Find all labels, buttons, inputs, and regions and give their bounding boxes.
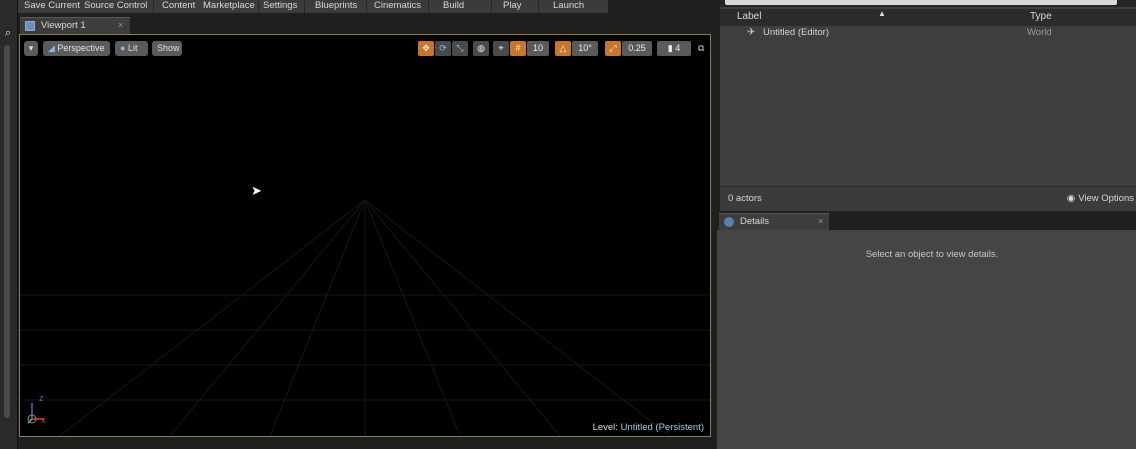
grid-snap-value[interactable]: 10 xyxy=(527,41,549,56)
camera-speed-button[interactable]: ▮ 4 xyxy=(657,41,691,56)
rotate-icon[interactable]: ⟳ xyxy=(435,41,451,56)
view-options-label: View Options xyxy=(1078,193,1134,204)
close-icon[interactable]: × xyxy=(118,20,123,30)
scale-snap-value[interactable]: 0.25 xyxy=(622,41,652,56)
outliner-row-label: Untitled (Editor) xyxy=(763,27,829,38)
outliner-footer: 0 actors ◉ View Options xyxy=(720,186,1136,211)
axis-z-label: z xyxy=(39,393,44,403)
rotation-snap-value[interactable]: 10° xyxy=(572,41,598,56)
perspective-icon: ◢ xyxy=(48,43,58,53)
toolbar-separator xyxy=(491,0,492,13)
grid-snap-toggle[interactable]: # xyxy=(510,41,526,56)
maximize-icon[interactable]: ⧉ xyxy=(698,43,704,54)
viewport-options-dropdown[interactable]: ▾ xyxy=(24,41,38,56)
tab-details[interactable]: Details × xyxy=(719,213,829,231)
scale-icon[interactable]: ⤡ xyxy=(452,41,468,56)
floor-grid xyxy=(20,199,710,436)
outliner-row[interactable]: ✈ Untitled (Editor) World xyxy=(720,26,1136,40)
mouse-cursor-icon: ➤ xyxy=(251,183,262,198)
perspective-label: Perspective xyxy=(57,43,105,53)
level-indicator: Level: Untitled (Persistent) xyxy=(593,422,704,433)
level-name: Untitled (Persistent) xyxy=(620,422,704,433)
lit-button[interactable]: ● Lit xyxy=(115,41,148,56)
level-prefix: Level: xyxy=(592,422,618,433)
toolbar-separator xyxy=(304,0,305,13)
level-viewport[interactable]: ▾ ◢ Perspective ● Lit Show ✥ ⟳ ⤡ ◍ ⌖ # 1… xyxy=(19,34,711,437)
world-local-toggle[interactable]: ◍ xyxy=(473,41,489,56)
toolbar-content[interactable]: Content xyxy=(162,0,195,13)
perspective-button[interactable]: ◢ Perspective xyxy=(43,41,110,56)
scale-snap-toggle[interactable]: ⤢ xyxy=(605,41,621,56)
world-icon: ✈ xyxy=(747,27,756,38)
toolbar-settings[interactable]: Settings xyxy=(263,0,297,13)
details-empty-hint: Select an object to view details. xyxy=(865,249,999,260)
toolbar-separator xyxy=(258,0,259,13)
surface-snap-icon[interactable]: ⌖ xyxy=(493,41,509,56)
tab-details-label: Details xyxy=(740,216,770,227)
world-outliner: Label ▲ Type ✈ Untitled (Editor) World 0… xyxy=(720,0,1136,211)
show-button[interactable]: Show xyxy=(152,41,182,56)
toolbar-source-control[interactable]: Source Control xyxy=(84,0,147,13)
outliner-row-type: World xyxy=(1027,27,1052,38)
eye-icon: ◉ xyxy=(1066,193,1076,204)
camera-speed-value: 4 xyxy=(675,43,681,53)
toolbar-build[interactable]: Build xyxy=(443,0,464,13)
lit-label: Lit xyxy=(127,43,138,53)
toolbar-separator xyxy=(153,0,154,13)
toolbar-play[interactable]: Play xyxy=(503,0,521,13)
toolbar-save-current[interactable]: Save Current xyxy=(24,0,80,13)
axis-x-label: x xyxy=(41,415,46,425)
sort-ascending-icon[interactable]: ▲ xyxy=(878,9,886,18)
outliner-header: Label ▲ Type xyxy=(720,9,1136,26)
column-label-header[interactable]: Label xyxy=(737,11,761,22)
toolbar-launch[interactable]: Launch xyxy=(553,0,584,13)
column-type-header[interactable]: Type xyxy=(1030,11,1052,22)
toolbar-separator xyxy=(538,0,539,13)
details-panel: Details × Select an object to view detai… xyxy=(717,212,1136,449)
view-options-button[interactable]: ◉ View Options xyxy=(1067,193,1134,204)
details-tab-bar: Details × xyxy=(717,212,1136,231)
tab-viewport[interactable]: Viewport 1 × xyxy=(20,17,130,35)
viewport-icon xyxy=(25,21,35,31)
rotation-snap-toggle[interactable]: △ xyxy=(555,41,571,56)
main-toolbar: Save Current Source Control Content Mark… xyxy=(18,0,608,13)
details-body: Select an object to view details. xyxy=(717,230,1136,449)
outliner-search-input[interactable] xyxy=(725,0,1117,5)
tab-viewport-label: Viewport 1 xyxy=(41,20,86,31)
search-icon[interactable]: ⌕ xyxy=(1,27,15,40)
toolbar-separator xyxy=(366,0,367,13)
lit-icon: ● xyxy=(120,43,128,53)
toolbar-cinematics[interactable]: Cinematics xyxy=(374,0,421,13)
dropdown-icon: ▾ xyxy=(28,43,34,53)
close-icon[interactable]: × xyxy=(818,216,823,226)
toolbar-separator xyxy=(428,0,429,13)
actors-count: 0 actors xyxy=(728,193,762,204)
details-icon xyxy=(724,217,734,227)
scrollbar[interactable] xyxy=(4,45,10,418)
outliner-search-area xyxy=(720,0,1136,7)
toolbar-marketplace[interactable]: Marketplace xyxy=(203,0,255,13)
toolbar-blueprints[interactable]: Blueprints xyxy=(315,0,357,13)
translate-icon[interactable]: ✥ xyxy=(418,41,434,56)
